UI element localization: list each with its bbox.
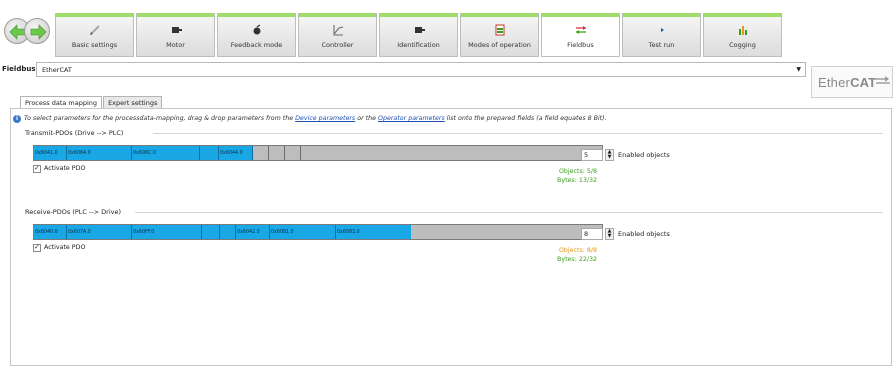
info-suffix: list onto the prepared fields (a field e… bbox=[446, 115, 607, 122]
fieldbus-value: EtherCAT bbox=[42, 66, 72, 74]
checkbox-label: Activate PDO bbox=[44, 165, 86, 172]
pdo-slot[interactable] bbox=[200, 146, 219, 160]
tab-basic-settings[interactable]: Basic settings bbox=[55, 13, 134, 57]
receive-pdo-bar[interactable]: 0x6040.0 0x607A.0 0x60FF.0 0x6042.0 0x60… bbox=[33, 224, 603, 240]
identification-icon bbox=[414, 27, 425, 33]
tab-label: Modes of operation bbox=[468, 41, 531, 49]
info-icon: i bbox=[13, 115, 21, 123]
pdo-slot[interactable]: 0x6042.0 bbox=[236, 225, 270, 239]
pdo-slot[interactable]: 0x6040.0 bbox=[34, 225, 67, 239]
checkbox[interactable] bbox=[33, 243, 41, 252]
pdo-free-space bbox=[301, 146, 602, 160]
device-parameters-link[interactable]: Device parameters bbox=[295, 115, 355, 122]
logo-plain: Ether bbox=[818, 75, 851, 90]
checkbox-label: Activate PDO bbox=[44, 244, 86, 251]
pdo-slot[interactable] bbox=[269, 146, 285, 160]
operator-parameters-link[interactable]: Operator parameters bbox=[378, 115, 445, 122]
tab-label: Fieldbus bbox=[567, 41, 594, 49]
logo-text: EtherCAT bbox=[818, 75, 876, 90]
checkbox[interactable] bbox=[33, 164, 41, 173]
wizard-bar: Basic settings Motor Feedback mode Contr… bbox=[0, 10, 895, 57]
tab-label: Cogging bbox=[729, 41, 756, 49]
tab-controller[interactable]: Controller bbox=[298, 13, 377, 57]
transmit-title: Transmit-PDOs (Drive --> PLC) bbox=[25, 129, 124, 137]
transmit-bytes: Bytes: 13/32 bbox=[557, 177, 597, 184]
arrow-right-icon bbox=[30, 24, 47, 40]
motor-icon bbox=[171, 27, 182, 33]
fieldbus-icon bbox=[575, 26, 586, 34]
fieldbus-label: Fieldbus: bbox=[2, 65, 39, 73]
divider bbox=[153, 133, 883, 134]
info-prefix: To select parameters for the processdata… bbox=[24, 115, 294, 122]
modes-icon bbox=[495, 24, 504, 36]
pdo-slot[interactable]: 0x6083.0 bbox=[336, 225, 411, 239]
enabled-objects-label: Enabled objects bbox=[618, 230, 670, 238]
feedback-icon bbox=[253, 24, 260, 35]
tab-fieldbus[interactable]: Fieldbus bbox=[541, 13, 620, 57]
pdo-slot[interactable]: 0x6081.0 bbox=[270, 225, 336, 239]
pdo-slot[interactable]: 0x6041.0 bbox=[34, 146, 67, 160]
tab-cogging[interactable]: Cogging bbox=[703, 13, 782, 57]
pdo-slot[interactable] bbox=[220, 225, 236, 239]
receive-enabled-input[interactable]: 8 bbox=[581, 228, 603, 240]
pdo-slot[interactable]: 0x6064.0 bbox=[67, 146, 132, 160]
tab-feedback-mode[interactable]: Feedback mode bbox=[217, 13, 296, 57]
receive-activate-checkbox[interactable]: Activate PDO bbox=[33, 243, 113, 253]
fieldbus-row: Fieldbus: EtherCAT ▼ bbox=[0, 61, 895, 79]
cogging-icon bbox=[738, 26, 747, 35]
forward-button[interactable] bbox=[24, 18, 50, 44]
receive-bytes: Bytes: 22/32 bbox=[557, 256, 597, 263]
receive-objects: Objects: 8/8 bbox=[558, 247, 597, 254]
tab-label: Test run bbox=[648, 41, 675, 49]
logo-arrow-icon bbox=[872, 76, 890, 84]
controller-icon bbox=[333, 25, 343, 36]
pdo-slot[interactable] bbox=[202, 225, 220, 239]
transmit-objects: Objects: 5/8 bbox=[558, 168, 597, 175]
nav-arrows bbox=[4, 18, 50, 44]
pdo-slot[interactable]: 0x606C.0 bbox=[132, 146, 200, 160]
tab-label: Motor bbox=[166, 41, 185, 49]
divider bbox=[135, 212, 883, 213]
tab-label: Identification bbox=[397, 41, 440, 49]
transmit-enabled-input[interactable]: 5 bbox=[581, 149, 603, 161]
tab-test-run[interactable]: Test run bbox=[622, 13, 701, 57]
enabled-objects-label: Enabled objects bbox=[618, 151, 670, 159]
tab-label: Basic settings bbox=[71, 41, 118, 49]
chevron-down-icon: ▼ bbox=[796, 66, 801, 73]
pdo-slot[interactable]: 0x6044.0 bbox=[219, 146, 253, 160]
pencil-icon bbox=[89, 25, 100, 35]
tab-label: Feedback mode bbox=[230, 41, 283, 49]
pdo-slot[interactable]: 0x607A.0 bbox=[67, 225, 132, 239]
transmit-pdo-bar[interactable]: 0x6041.0 0x6064.0 0x606C.0 0x6044.0 bbox=[33, 145, 603, 161]
tab-label: Controller bbox=[321, 41, 354, 49]
transmit-activate-checkbox[interactable]: Activate PDO bbox=[33, 164, 113, 174]
receive-title: Receive-PDOs (PLC --> Drive) bbox=[25, 208, 122, 216]
tab-motor[interactable]: Motor bbox=[136, 13, 215, 57]
pdo-slot[interactable]: 0x60FF.0 bbox=[132, 225, 202, 239]
tab-identification[interactable]: Identification bbox=[379, 13, 458, 57]
info-text: To select parameters for the processdata… bbox=[24, 115, 607, 122]
wizard-tabs: Basic settings Motor Feedback mode Contr… bbox=[55, 13, 784, 57]
play-icon bbox=[660, 28, 664, 32]
pdo-slot[interactable] bbox=[253, 146, 269, 160]
spin-button[interactable]: ▲ ▼ bbox=[605, 149, 614, 161]
ethercat-logo: EtherCAT bbox=[811, 66, 893, 98]
fieldbus-select[interactable]: EtherCAT ▼ bbox=[36, 62, 806, 77]
spin-button[interactable]: ▲ ▼ bbox=[605, 228, 614, 240]
pdo-slot[interactable] bbox=[285, 146, 301, 160]
info-middle: or the bbox=[357, 115, 376, 122]
pdo-free-space bbox=[411, 225, 602, 239]
tab-modes-of-operation[interactable]: Modes of operation bbox=[460, 13, 539, 57]
